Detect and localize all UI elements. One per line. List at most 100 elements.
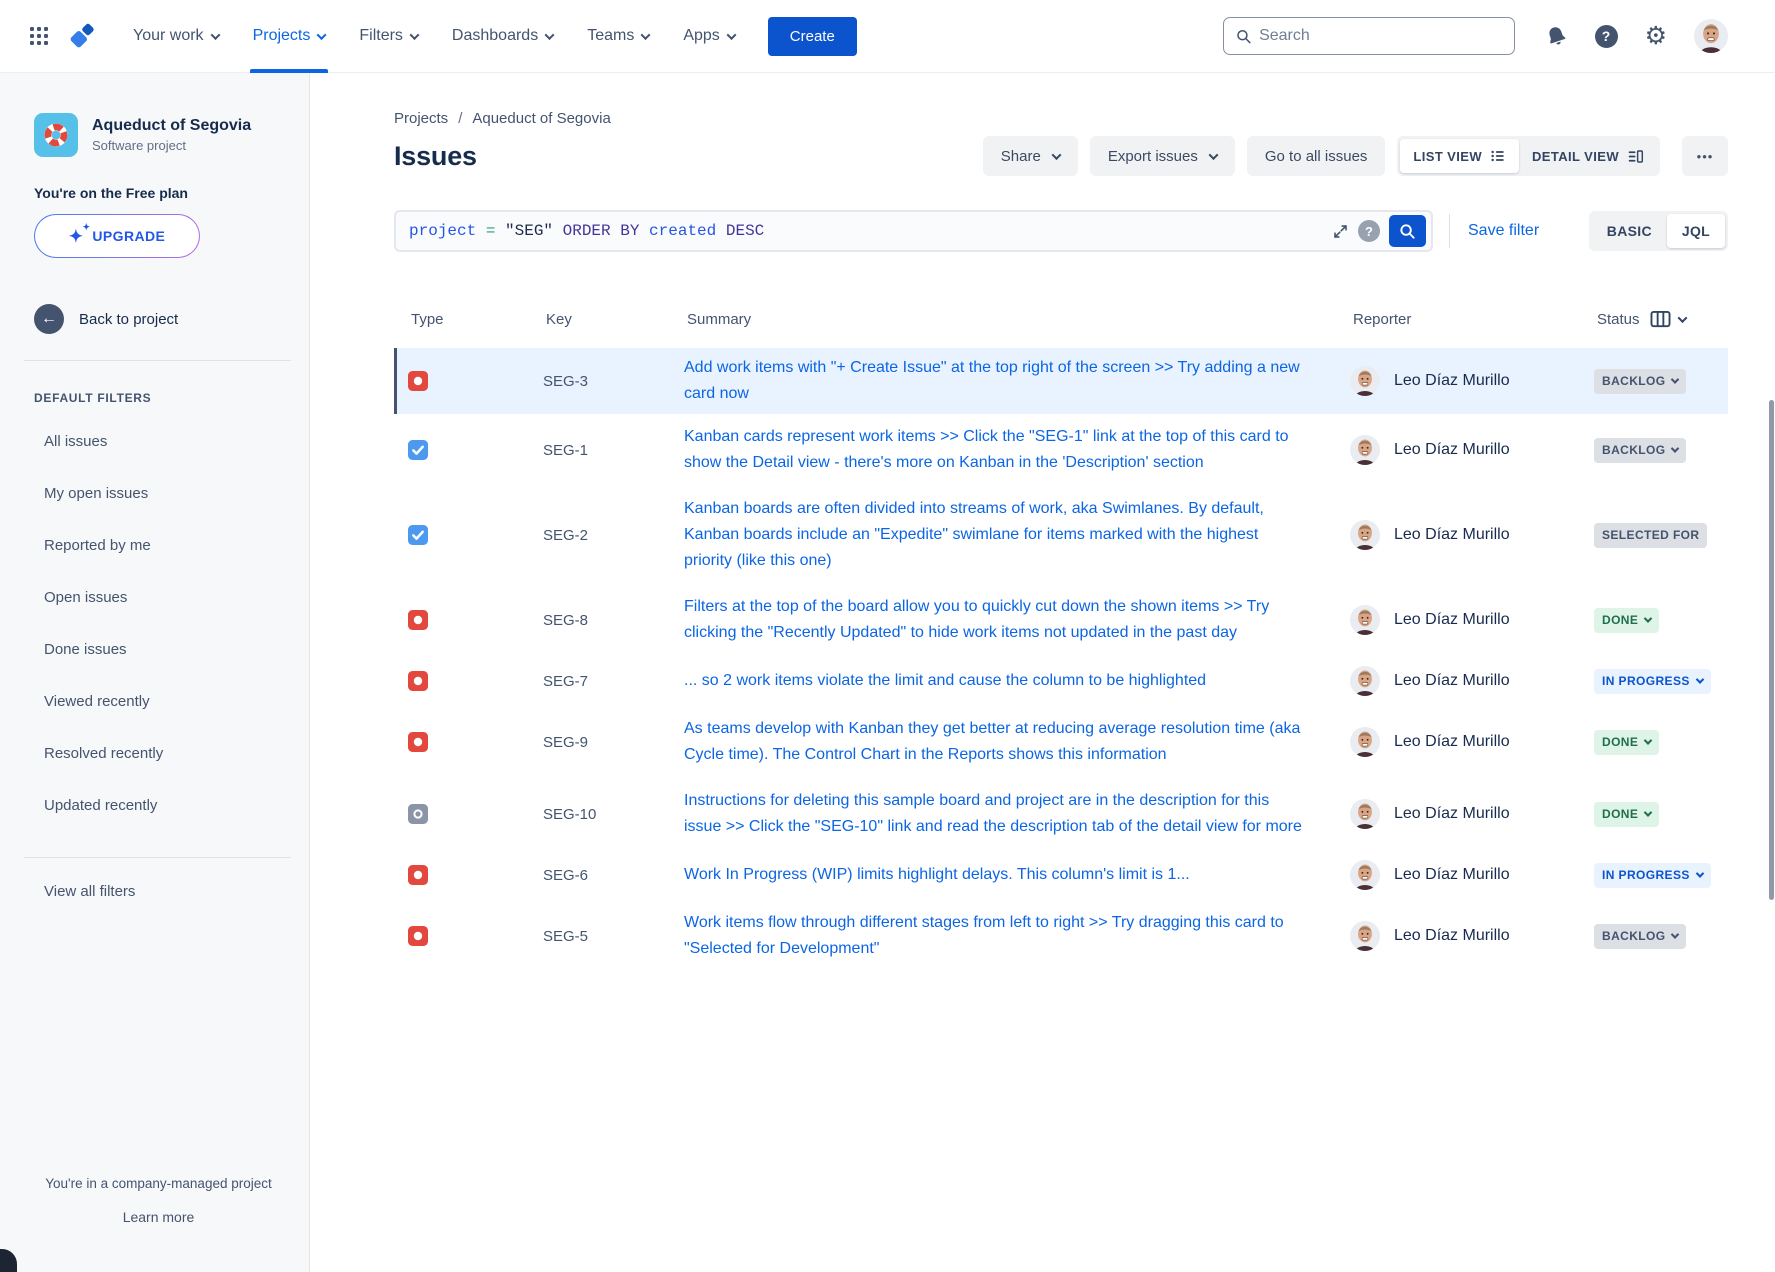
jql-input[interactable]: project = "SEG" ORDER BY created DESC ?	[394, 210, 1433, 252]
status-dropdown[interactable]: BACKLOG	[1594, 924, 1686, 949]
status-label: BACKLOG	[1602, 374, 1665, 388]
status-dropdown[interactable]: SELECTED FOR	[1594, 523, 1707, 548]
issue-key[interactable]: SEG-8	[529, 612, 684, 629]
basic-mode-button[interactable]: BASIC	[1592, 214, 1667, 248]
issue-row[interactable]: SEG-7 ... so 2 work items violate the li…	[394, 656, 1728, 706]
issue-row[interactable]: SEG-2 Kanban boards are often divided in…	[394, 486, 1728, 584]
issue-row[interactable]: SEG-5 Work items flow through different …	[394, 900, 1728, 972]
project-header[interactable]: Aqueduct of Segovia Software project	[34, 113, 283, 157]
create-button[interactable]: Create	[768, 17, 857, 56]
table-body: SEG-3 Add work items with "+ Create Issu…	[394, 348, 1728, 972]
configure-columns-button[interactable]	[1650, 310, 1686, 329]
issue-summary-link[interactable]: Work items flow through different stages…	[684, 914, 1284, 957]
issue-summary-link[interactable]: Add work items with "+ Create Issue" at …	[684, 359, 1300, 402]
issue-row[interactable]: SEG-8 Filters at the top of the board al…	[394, 584, 1728, 656]
save-filter-link[interactable]: Save filter	[1468, 222, 1539, 240]
reporter-avatar	[1350, 860, 1380, 890]
help-button[interactable]: ?	[1595, 25, 1618, 48]
sidebar-filter-item[interactable]: Updated recently	[34, 779, 283, 831]
global-search[interactable]	[1223, 17, 1515, 55]
sidebar-filter-item[interactable]: Done issues	[34, 623, 283, 675]
app-switcher-icon[interactable]	[22, 19, 56, 53]
expand-editor-button[interactable]	[1332, 223, 1349, 240]
issue-summary-link[interactable]: Kanban boards are often divided into str…	[684, 500, 1264, 569]
type-cell	[397, 525, 529, 545]
issue-key[interactable]: SEG-2	[529, 527, 684, 544]
sidebar-filter-item[interactable]: Resolved recently	[34, 727, 283, 779]
nav-item-label: Projects	[253, 27, 311, 45]
chevron-down-icon	[1644, 736, 1652, 744]
breadcrumb-project-name[interactable]: Aqueduct of Segovia	[472, 110, 610, 127]
issue-key[interactable]: SEG-5	[529, 928, 684, 945]
issue-summary-link[interactable]: Work In Progress (WIP) limits highlight …	[684, 866, 1190, 883]
sidebar-filter-item[interactable]: All issues	[34, 415, 283, 467]
share-button[interactable]: Share	[983, 136, 1078, 176]
vertical-scrollbar[interactable]	[1769, 400, 1774, 900]
issue-summary-link[interactable]: Kanban cards represent work items >> Cli…	[684, 428, 1289, 471]
issue-row[interactable]: SEG-10 Instructions for deleting this sa…	[394, 778, 1728, 850]
issue-summary-link[interactable]: Instructions for deleting this sample bo…	[684, 792, 1302, 835]
status-dropdown[interactable]: BACKLOG	[1594, 438, 1686, 463]
issue-key[interactable]: SEG-6	[529, 867, 684, 884]
nav-item[interactable]: Teams	[570, 0, 666, 73]
nav-item[interactable]: Filters	[342, 0, 435, 73]
go-to-all-issues-button[interactable]: Go to all issues	[1247, 136, 1386, 176]
issue-row[interactable]: SEG-6 Work In Progress (WIP) limits high…	[394, 850, 1728, 900]
grid-icon	[29, 26, 49, 46]
status-dropdown[interactable]: IN PROGRESS	[1594, 863, 1711, 888]
issue-summary-link[interactable]: As teams develop with Kanban they get be…	[684, 720, 1300, 763]
detail-view-toggle[interactable]: DETAIL VIEW	[1519, 139, 1657, 173]
notifications-button[interactable]	[1545, 25, 1568, 48]
upgrade-button[interactable]: ✦✦ UPGRADE	[34, 214, 200, 258]
nav-item[interactable]: Apps	[666, 0, 751, 73]
nav-item[interactable]: Projects	[236, 0, 343, 73]
jira-logo-icon[interactable]	[62, 16, 102, 56]
status-dropdown[interactable]: DONE	[1594, 608, 1659, 633]
view-all-filters-link[interactable]: View all filters	[34, 876, 283, 906]
issue-summary-link[interactable]: ... so 2 work items violate the limit an…	[684, 672, 1206, 689]
list-view-toggle[interactable]: LIST VIEW	[1400, 139, 1519, 173]
nav-item[interactable]: Dashboards	[435, 0, 570, 73]
issue-key[interactable]: SEG-9	[529, 734, 684, 751]
more-actions-button[interactable]: •••	[1682, 136, 1728, 176]
run-query-button[interactable]	[1389, 215, 1426, 247]
primary-nav: Your work Projects Filters Dashboards	[116, 0, 752, 73]
jql-mode-button[interactable]: JQL	[1667, 214, 1725, 248]
reporter-name: Leo Díaz Murillo	[1394, 441, 1510, 459]
export-issues-button[interactable]: Export issues	[1090, 136, 1235, 176]
type-cell	[397, 865, 529, 885]
jql-controls: ?	[1332, 215, 1426, 247]
issue-key[interactable]: SEG-10	[529, 806, 684, 823]
search-input[interactable]	[1259, 27, 1502, 45]
status-dropdown[interactable]: IN PROGRESS	[1594, 669, 1711, 694]
issue-key[interactable]: SEG-7	[529, 673, 684, 690]
settings-button[interactable]: ⚙	[1645, 24, 1667, 49]
summary-cell: Kanban cards represent work items >> Cli…	[684, 424, 1324, 476]
breadcrumb-projects[interactable]: Projects	[394, 110, 448, 127]
issue-key[interactable]: SEG-1	[529, 442, 684, 459]
issue-key[interactable]: SEG-3	[529, 373, 684, 390]
issue-row[interactable]: SEG-1 Kanban cards represent work items …	[394, 414, 1728, 486]
status-label: IN PROGRESS	[1602, 868, 1690, 882]
issues-table: Type Key Summary Reporter Status	[394, 306, 1728, 972]
sidebar-filter-item[interactable]: Viewed recently	[34, 675, 283, 727]
jql-token: "SEG"	[505, 222, 563, 240]
expand-icon	[1332, 223, 1349, 240]
syntax-help-icon[interactable]: ?	[1358, 220, 1380, 242]
nav-item[interactable]: Your work	[116, 0, 236, 73]
status-dropdown[interactable]: DONE	[1594, 802, 1659, 827]
user-avatar[interactable]	[1694, 19, 1728, 53]
reporter-cell: Leo Díaz Murillo	[1324, 860, 1574, 890]
issue-row[interactable]: SEG-9 As teams develop with Kanban they …	[394, 706, 1728, 778]
sidebar-filter-item[interactable]: Reported by me	[34, 519, 283, 571]
status-dropdown[interactable]: DONE	[1594, 730, 1659, 755]
back-to-project[interactable]: ← Back to project	[34, 304, 283, 334]
bug-icon	[408, 671, 428, 691]
learn-more-link[interactable]: Learn more	[123, 1209, 195, 1225]
issue-row[interactable]: SEG-3 Add work items with "+ Create Issu…	[394, 348, 1728, 414]
sidebar-filter-item[interactable]: My open issues	[34, 467, 283, 519]
issue-summary-link[interactable]: Filters at the top of the board allow yo…	[684, 598, 1269, 641]
reporter-cell: Leo Díaz Murillo	[1324, 799, 1574, 829]
sidebar-filter-item[interactable]: Open issues	[34, 571, 283, 623]
status-dropdown[interactable]: BACKLOG	[1594, 369, 1686, 394]
